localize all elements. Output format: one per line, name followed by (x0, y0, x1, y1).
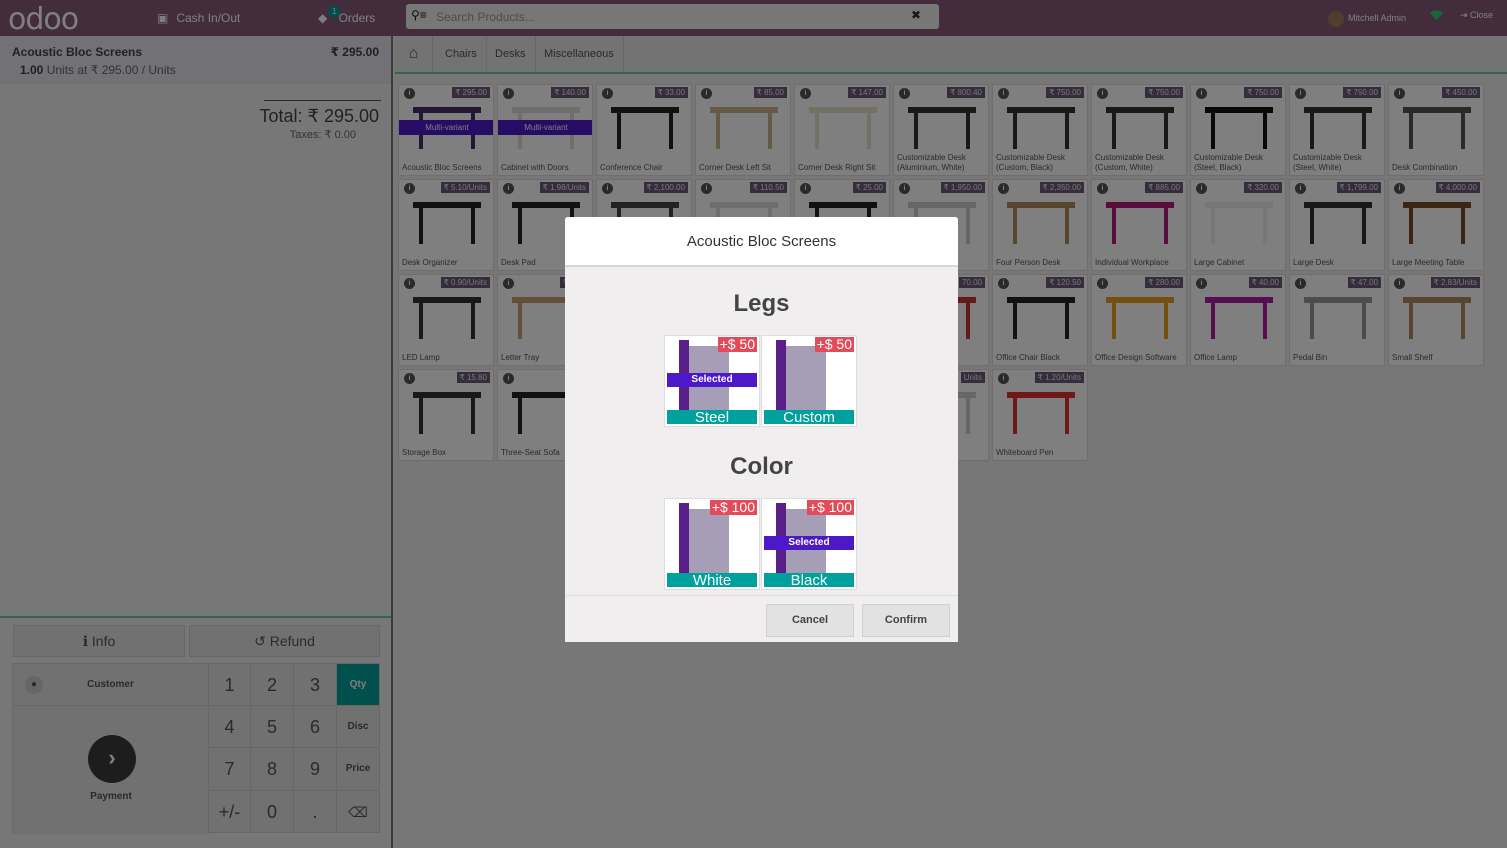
variant-name: White (667, 573, 757, 588)
variant-name: Black (764, 573, 854, 588)
variant-extra-price: +$ 100 (709, 499, 757, 515)
variant-name: Custom (764, 410, 854, 425)
variant-selected-badge: Selected (764, 536, 854, 550)
dialog-title: Acoustic Bloc Screens (565, 217, 958, 267)
variant-extra-price: +$ 50 (717, 336, 757, 352)
dialog-footer: Cancel Confirm (565, 595, 958, 642)
variant-name: Steel (667, 410, 757, 425)
confirm-button[interactable]: Confirm (862, 604, 950, 637)
color-option-white[interactable]: +$ 100 White (664, 498, 760, 590)
color-attribute-title: Color (730, 453, 793, 480)
variant-extra-price: +$ 100 (806, 499, 854, 515)
color-option-black[interactable]: +$ 100 Selected Black (761, 498, 857, 590)
legs-option-steel[interactable]: +$ 50 Selected Steel (664, 335, 760, 427)
product-configurator-dialog: Acoustic Bloc Screens Legs +$ 50 Selecte… (565, 217, 958, 642)
legs-attribute-title: Legs (733, 290, 790, 317)
cancel-button[interactable]: Cancel (766, 604, 854, 637)
legs-option-custom[interactable]: +$ 50 Custom (761, 335, 857, 427)
variant-selected-badge: Selected (667, 373, 757, 387)
variant-extra-price: +$ 50 (814, 336, 854, 352)
